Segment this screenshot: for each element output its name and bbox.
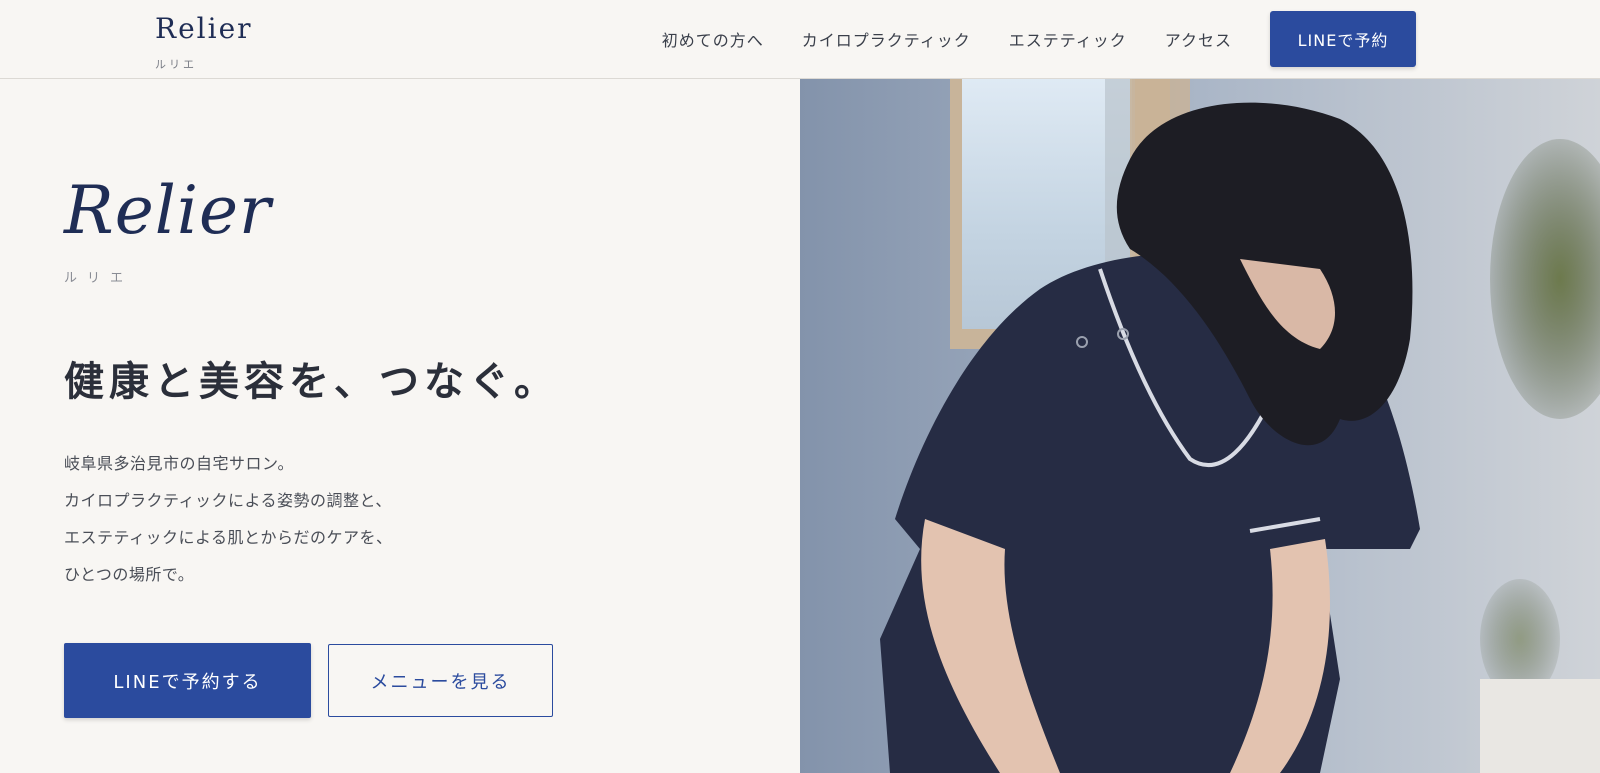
hero-description-line: カイロプラクティックによる姿勢の調整と、 <box>64 491 392 510</box>
nav-item-access[interactable]: アクセス <box>1165 27 1232 51</box>
site-header: Relier ルリエ 初めての方へ カイロプラクティック エステティック アクセ… <box>0 0 1600 79</box>
hero-brand-title: Relier <box>64 172 272 249</box>
line-reserve-button[interactable]: LINEで予約する <box>64 643 311 718</box>
header-line-reserve-button[interactable]: LINEで予約 <box>1270 10 1416 67</box>
hero-tagline: 健康と美容を、つなぐ。 <box>64 358 559 405</box>
therapist-illustration <box>800 79 1600 773</box>
view-menu-button[interactable]: メニューを見る <box>328 644 553 717</box>
hero-description-line: エステティックによる肌とからだのケアを、 <box>64 528 393 547</box>
main-nav: 初めての方へ カイロプラクティック エステティック アクセス LINEで予約 <box>662 0 1416 77</box>
hero-description-line: ひとつの場所で。 <box>64 565 195 584</box>
logo-kana: ルリエ <box>155 58 197 71</box>
nav-item-first-time[interactable]: 初めての方へ <box>662 27 764 51</box>
hero-description: 岐阜県多治見市の自宅サロン。 カイロプラクティックによる姿勢の調整と、 エステテ… <box>64 445 393 593</box>
hero-photo-therapist <box>800 79 1600 773</box>
nav-item-chiropractic[interactable]: カイロプラクティック <box>802 27 971 51</box>
site-logo[interactable]: Relier ルリエ <box>155 12 253 72</box>
hero-brand-kana: ルリエ <box>64 271 134 286</box>
logo-wordmark: Relier <box>155 12 253 45</box>
nav-item-esthetic[interactable]: エステティック <box>1009 27 1127 51</box>
hero-description-line: 岐阜県多治見市の自宅サロン。 <box>64 454 295 473</box>
